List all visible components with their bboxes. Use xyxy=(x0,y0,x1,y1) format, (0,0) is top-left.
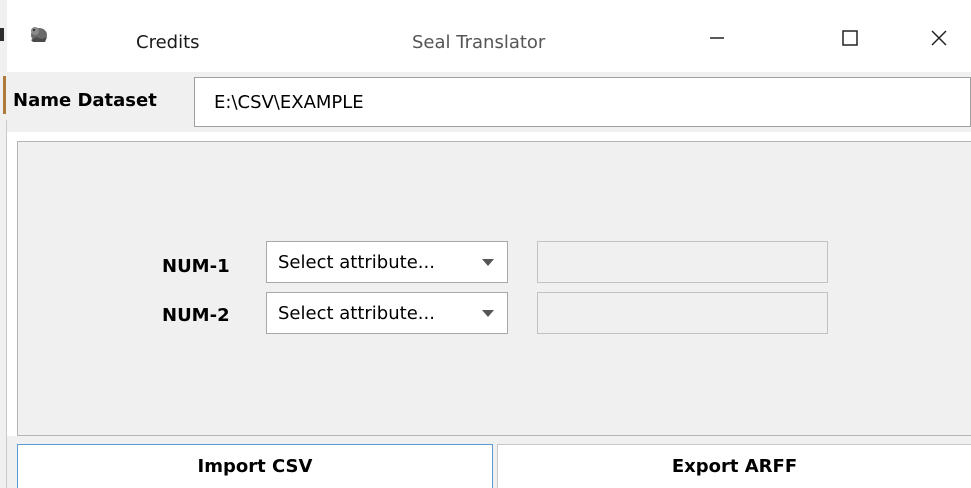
num-2-attribute-select[interactable]: Select attribute... xyxy=(266,292,508,334)
credits-menu[interactable]: Credits xyxy=(136,32,200,53)
dataset-path-input[interactable] xyxy=(194,77,971,127)
num-1-select-value: Select attribute... xyxy=(278,252,435,273)
chevron-down-icon xyxy=(482,259,494,266)
close-button[interactable] xyxy=(914,20,964,60)
close-icon xyxy=(929,28,949,52)
maximize-icon xyxy=(840,28,860,52)
edge-accent xyxy=(3,76,6,114)
title-bar: Credits Seal Translator xyxy=(7,0,971,72)
seal-icon xyxy=(27,22,51,46)
num-2-select-value: Select attribute... xyxy=(278,303,435,324)
left-window-edge xyxy=(0,0,7,488)
num-2-value-field xyxy=(537,292,828,334)
chevron-down-icon xyxy=(482,310,494,317)
edge-fragment xyxy=(0,28,4,41)
maximize-button[interactable] xyxy=(825,20,875,60)
minimize-button[interactable] xyxy=(692,20,742,60)
edge-line xyxy=(6,120,7,488)
minimize-icon xyxy=(707,28,727,52)
num-1-value-field xyxy=(537,241,828,283)
attributes-panel xyxy=(17,141,971,436)
num-2-label: NUM-2 xyxy=(162,305,230,326)
num-1-attribute-select[interactable]: Select attribute... xyxy=(266,241,508,283)
dataset-row: Name Dataset xyxy=(7,72,971,132)
export-arff-button[interactable]: Export ARFF xyxy=(497,444,971,488)
window-title: Seal Translator xyxy=(412,32,546,53)
dataset-label: Name Dataset xyxy=(13,90,157,111)
action-bar: Import CSV Export ARFF xyxy=(7,436,971,488)
num-1-label: NUM-1 xyxy=(162,256,230,277)
import-csv-button[interactable]: Import CSV xyxy=(17,444,493,488)
